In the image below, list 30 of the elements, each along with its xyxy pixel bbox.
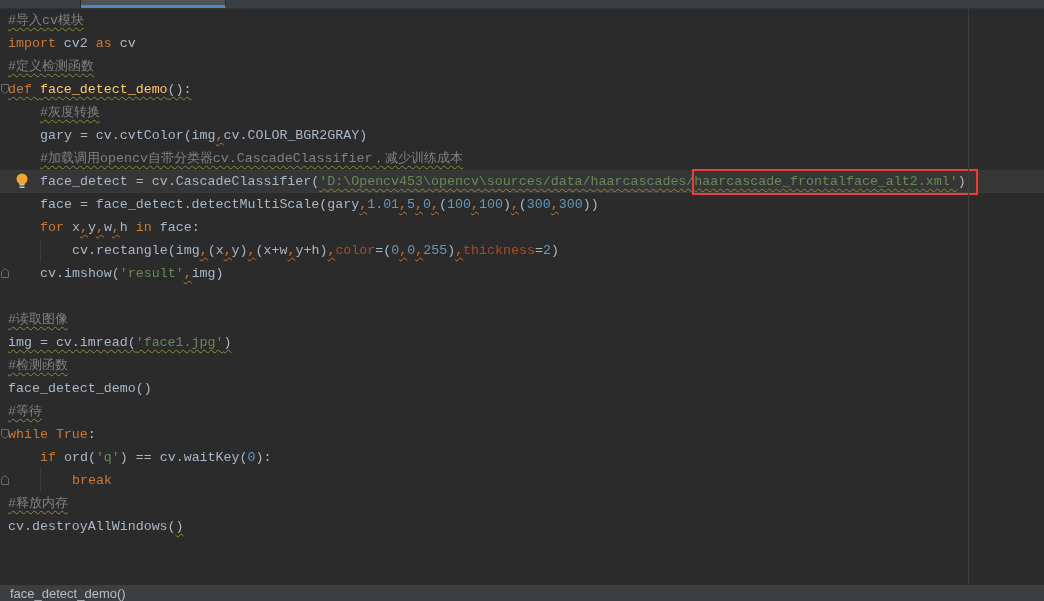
code-text: #释放内存 [8,495,68,513]
code-text: face_detect_demo() [8,380,152,398]
fold-icon[interactable] [1,475,9,485]
code-text: gary = cv.cvtColor(img,cv.COLOR_BGR2GRAY) [40,127,368,145]
fold-icon[interactable] [1,84,9,94]
editor-tab[interactable] [81,0,226,8]
fold-icon[interactable] [1,268,9,278]
code-text: while True: [8,426,96,444]
breadcrumb[interactable]: face_detect_demo() [10,587,126,601]
fold-icon[interactable] [1,429,9,439]
code-text: #等待 [8,403,42,421]
code-text: def face_detect_demo(): [8,81,192,99]
code-text: #检测函数 [8,357,68,375]
lightbulb-icon[interactable] [16,173,28,189]
code-text: cv.rectangle(img,(x,y),(x+w,y+h),color=(0,0,255),thickness=2) [72,242,559,260]
annotation-box: haarcascade_frontalface_alt2.xml') [692,168,978,195]
code-text: import cv2 as cv [8,35,136,53]
code-text: cv.imshow('result',img) [40,265,224,283]
code-text: for x,y,w,h in face: [40,219,200,237]
code-text: cv.destroyAllWindows() [8,518,184,536]
code-text: face_detect = cv.CascadeClassifier('D:\Opencv453\opencv\sources/data/haarcascades/ [40,173,695,191]
code-text: #灰度转换 [40,104,100,122]
code-text: if ord('q') == cv.waitKey(0): [40,449,272,467]
code-text: img = cv.imread('face1.jpg') [8,334,232,352]
code-text: #读取图像 [8,311,68,329]
code-text: #加载调用opencv自带分类器cv.CascadeClassifier，减少训练成本 [40,150,464,168]
code-text: break [72,472,112,490]
code-text: #导入cv模块 [8,12,84,30]
code-text: #定义检测函数 [8,58,94,76]
code-text: face = face_detect.detectMultiScale(gary,1.01,5,0,(100,100),(300,300)) [40,196,599,214]
